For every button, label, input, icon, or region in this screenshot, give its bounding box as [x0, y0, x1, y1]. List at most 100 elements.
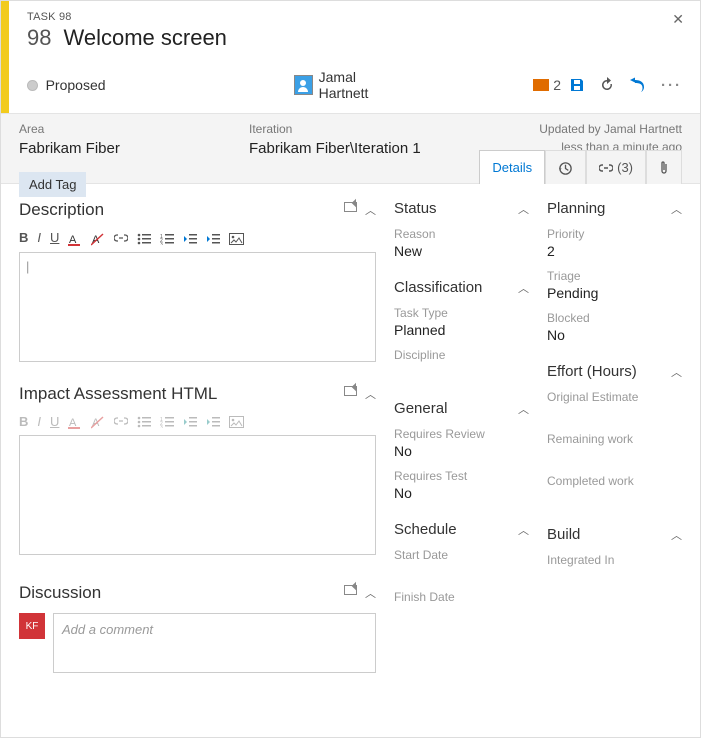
build-heading: Build — [547, 526, 580, 543]
integrated-label: Integrated In — [547, 553, 682, 567]
workitem-type-label: TASK 98 — [27, 11, 682, 23]
orig-estimate-value[interactable] — [547, 406, 682, 422]
comment-count: 2 — [553, 77, 561, 93]
tab-history[interactable] — [545, 150, 586, 184]
effort-heading: Effort (Hours) — [547, 363, 637, 380]
link-btn-icon[interactable] — [114, 230, 128, 245]
link-btn-icon — [114, 414, 128, 429]
bold-icon: B — [19, 414, 28, 429]
workitem-title[interactable]: Welcome screen — [63, 25, 226, 51]
comment-icon — [533, 79, 549, 91]
req-test-label: Requires Test — [394, 469, 529, 483]
area-value[interactable]: Fabrikam Fiber — [19, 140, 213, 157]
discipline-label: Discipline — [394, 348, 529, 362]
links-count: (3) — [617, 160, 633, 175]
chevron-up-icon[interactable]: ︿ — [365, 202, 376, 218]
chevron-up-icon[interactable]: ︿ — [518, 401, 529, 417]
discussion-heading: Discussion — [19, 583, 101, 603]
impact-heading: Impact Assessment HTML — [19, 384, 217, 404]
image-icon[interactable] — [229, 230, 244, 245]
state-value[interactable]: Proposed — [46, 77, 106, 93]
completed-value[interactable] — [547, 490, 682, 506]
tab-attachments[interactable] — [646, 150, 682, 184]
assignee-field[interactable]: Jamal Hartnett — [294, 69, 406, 101]
description-textarea[interactable]: | — [19, 252, 376, 362]
maximize-icon[interactable] — [344, 202, 357, 212]
fontcolor-icon[interactable]: A — [68, 230, 82, 246]
rich-toolbar: B I U A A 123 — [19, 228, 376, 248]
remaining-label: Remaining work — [547, 432, 682, 446]
chevron-up-icon[interactable]: ︿ — [671, 527, 682, 543]
assignee-name: Jamal Hartnett — [319, 69, 406, 101]
link-icon — [599, 160, 613, 175]
undo-icon[interactable] — [629, 77, 647, 93]
iteration-value[interactable]: Fabrikam Fiber\Iteration 1 — [249, 140, 443, 157]
avatar-icon — [294, 75, 313, 95]
finish-date-label: Finish Date — [394, 590, 529, 604]
clear-format-icon[interactable]: A — [91, 230, 105, 246]
underline-icon[interactable]: U — [50, 230, 59, 245]
tasktype-value[interactable]: Planned — [394, 322, 529, 338]
bold-icon[interactable]: B — [19, 230, 28, 245]
blocked-label: Blocked — [547, 311, 682, 325]
reason-label: Reason — [394, 227, 529, 241]
maximize-icon[interactable] — [344, 585, 357, 595]
completed-label: Completed work — [547, 474, 682, 488]
refresh-icon[interactable] — [599, 77, 615, 93]
bullets-icon — [137, 414, 151, 429]
start-date-label: Start Date — [394, 548, 529, 562]
numbered-icon: 123 — [160, 414, 174, 429]
orig-estimate-label: Original Estimate — [547, 390, 682, 404]
clear-format-icon: A — [91, 414, 105, 430]
description-heading: Description — [19, 200, 104, 220]
underline-icon: U — [50, 414, 59, 429]
history-icon — [558, 160, 573, 176]
priority-value[interactable]: 2 — [547, 243, 682, 259]
tab-links[interactable]: (3) — [586, 150, 646, 184]
chevron-up-icon[interactable]: ︿ — [365, 585, 376, 601]
current-user-avatar: KF — [19, 613, 45, 639]
add-tag-button[interactable]: Add Tag — [19, 172, 86, 197]
req-review-label: Requires Review — [394, 427, 529, 441]
indent-icon[interactable] — [206, 230, 220, 245]
tab-details[interactable]: Details — [479, 150, 545, 184]
blocked-value[interactable]: No — [547, 327, 682, 343]
save-icon[interactable] — [569, 77, 585, 93]
outdent-icon — [183, 414, 197, 429]
chevron-up-icon[interactable]: ︿ — [518, 201, 529, 217]
area-label: Area — [19, 122, 213, 136]
comments-link[interactable]: 2 — [533, 77, 561, 93]
triage-label: Triage — [547, 269, 682, 283]
indent-icon — [206, 414, 220, 429]
bullets-icon[interactable] — [137, 230, 151, 245]
impact-textarea[interactable] — [19, 435, 376, 555]
remaining-value[interactable] — [547, 448, 682, 464]
numbered-icon[interactable]: 123 — [160, 230, 174, 245]
triage-value[interactable]: Pending — [547, 285, 682, 301]
attachment-icon — [659, 159, 669, 176]
start-date-value[interactable] — [394, 564, 529, 580]
req-test-value[interactable]: No — [394, 485, 529, 501]
chevron-up-icon[interactable]: ︿ — [518, 522, 529, 538]
chevron-up-icon[interactable]: ︿ — [671, 364, 682, 380]
req-review-value[interactable]: No — [394, 443, 529, 459]
fontcolor-icon: A — [68, 414, 82, 430]
maximize-icon[interactable] — [344, 386, 357, 396]
comment-input[interactable]: Add a comment — [53, 613, 376, 673]
more-actions-icon[interactable]: ··· — [661, 77, 682, 94]
outdent-icon[interactable] — [183, 230, 197, 245]
accent-bar — [1, 1, 9, 113]
chevron-up-icon[interactable]: ︿ — [671, 201, 682, 217]
discipline-value[interactable] — [394, 364, 529, 380]
chevron-up-icon[interactable]: ︿ — [365, 386, 376, 402]
workitem-number: 98 — [27, 25, 51, 51]
updated-by: Updated by Jamal Hartnett — [539, 122, 682, 136]
state-dot-icon — [27, 80, 38, 91]
reason-value[interactable]: New — [394, 243, 529, 259]
priority-label: Priority — [547, 227, 682, 241]
general-heading: General — [394, 400, 447, 417]
close-icon[interactable]: ✕ — [672, 11, 684, 28]
chevron-up-icon[interactable]: ︿ — [518, 280, 529, 296]
rich-toolbar-disabled: B I U A A 123 — [19, 412, 376, 432]
italic-icon[interactable]: I — [37, 230, 41, 245]
